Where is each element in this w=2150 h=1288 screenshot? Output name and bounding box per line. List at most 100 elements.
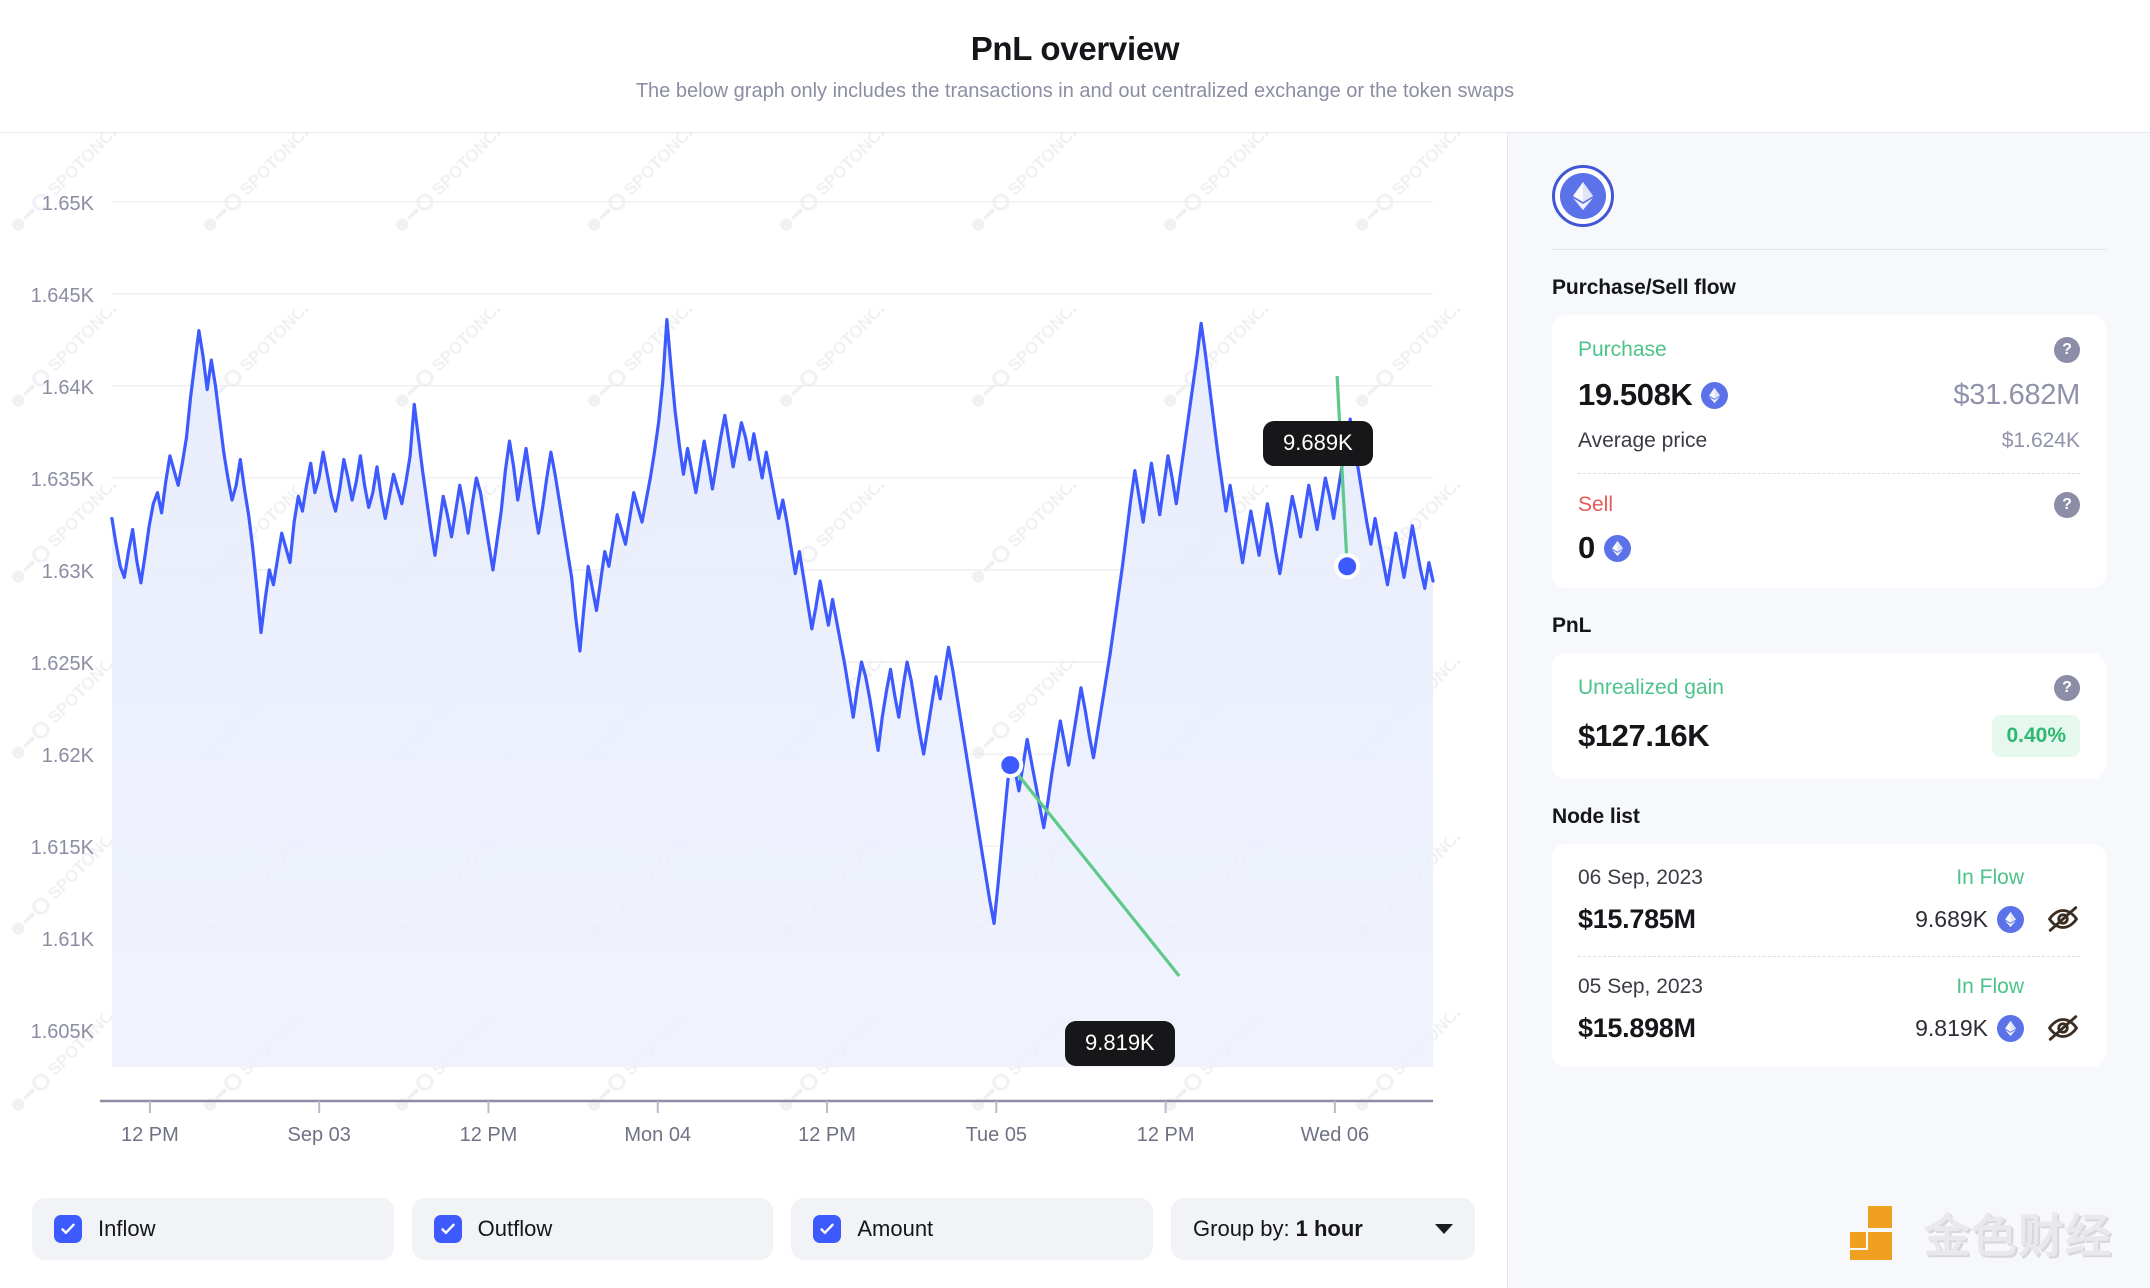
node-date: 06 Sep, 2023 — [1578, 866, 1703, 889]
page-title: PnL overview — [970, 29, 1180, 67]
jinse-logo-icon — [1846, 1202, 1908, 1264]
node-top-row: 06 Sep, 2023 In Flow — [1578, 866, 2080, 890]
svg-text:12 PM: 12 PM — [121, 1124, 179, 1146]
node-divider — [1578, 956, 2080, 957]
gain-percent-badge: 0.40% — [1992, 715, 2080, 757]
svg-text:Tue 05: Tue 05 — [966, 1124, 1027, 1146]
ethereum-glyph — [1560, 173, 1606, 219]
eye-off-icon[interactable] — [2046, 902, 2080, 936]
group-by-prefix: Group by: — [1193, 1216, 1290, 1241]
average-price-value: $1.624K — [2001, 429, 2080, 452]
average-price-row: Average price $1.624K — [1578, 429, 2080, 453]
ethereum-icon — [1701, 381, 1729, 409]
ethereum-icon — [1603, 534, 1631, 562]
chart-x-axis-labels: 12 PM Sep 03 12 PM Mon 04 12 PM Tue 05 12 PM We… — [121, 1101, 1369, 1146]
svg-text:Wed 06: Wed 06 — [1301, 1124, 1369, 1146]
sidebar-divider — [1552, 249, 2106, 250]
svg-text:1.62K: 1.62K — [42, 745, 95, 767]
gain-header-row: Unrealized gain ? — [1578, 675, 2080, 701]
svg-text:Mon 04: Mon 04 — [624, 1124, 691, 1146]
chart-plot[interactable]: 1.605K 1.61K 1.615K 1.62K 1.625K 1.63K 1.635K 1… — [0, 133, 1507, 1170]
sell-quantity: 0 — [1578, 530, 1595, 565]
amount-checkbox-chip[interactable]: Amount — [791, 1198, 1154, 1260]
annotation-tooltip-1[interactable]: 9.689K — [1263, 421, 1373, 466]
node-list-item[interactable]: 05 Sep, 2023 In Flow $15.898M 9.819K — [1578, 975, 2080, 1045]
chevron-down-icon — [1435, 1224, 1454, 1234]
svg-text:1.625K: 1.625K — [31, 653, 95, 675]
pnl-card: Unrealized gain ? $127.16K 0.40% — [1552, 653, 2106, 779]
page-body: SPOTONCHAIN 1.605K — [0, 133, 2150, 1288]
node-bottom-row: $15.898M 9.819K — [1578, 1011, 2080, 1045]
svg-text:1.635K: 1.635K — [31, 469, 95, 491]
inflow-label: Inflow — [98, 1216, 156, 1241]
page-subtitle: The below graph only includes the transa… — [635, 80, 1515, 103]
chart-area-fill — [111, 319, 1434, 1067]
outflow-label: Outflow — [477, 1216, 553, 1241]
unrealized-gain-value: $127.16K — [1578, 718, 1710, 753]
brand-name: 金色财经 — [1924, 1210, 2112, 1262]
node-usd-value: $15.898M — [1578, 1012, 1696, 1043]
outflow-checkbox-chip[interactable]: Outflow — [411, 1198, 774, 1260]
help-icon[interactable]: ? — [2054, 492, 2080, 518]
node-list-section-title: Node list — [1552, 805, 1640, 828]
inflow-checkbox-chip[interactable]: Inflow — [32, 1198, 394, 1260]
group-by-value: 1 hour — [1295, 1216, 1363, 1241]
check-icon — [433, 1215, 462, 1243]
gain-value-row: $127.16K 0.40% — [1578, 715, 2080, 757]
node-top-row: 05 Sep, 2023 In Flow — [1578, 975, 2080, 999]
node-list-card: 06 Sep, 2023 In Flow $15.785M 9.689K 05 … — [1552, 844, 2106, 1067]
svg-text:1.645K: 1.645K — [31, 285, 95, 307]
purchase-header-row: Purchase ? — [1578, 337, 2080, 363]
svg-text:1.605K: 1.605K — [31, 1021, 95, 1043]
ethereum-icon — [1552, 165, 1614, 227]
unrealized-gain-label: Unrealized gain — [1578, 676, 1724, 699]
purchase-label: Purchase — [1578, 338, 1667, 361]
ethereum-icon — [1997, 905, 2024, 933]
svg-text:1.615K: 1.615K — [31, 837, 95, 859]
node-bottom-row: $15.785M 9.689K — [1578, 902, 2080, 936]
chart-controls: Inflow Outflow Amount Group by: 1 hour — [0, 1170, 1507, 1288]
sell-label: Sell — [1578, 493, 1614, 516]
node-usd-value: $15.785M — [1578, 903, 1696, 934]
node-token-quantity: 9.689K — [1915, 905, 1988, 932]
svg-text:1.61K: 1.61K — [42, 929, 95, 951]
annotation-tooltip-2[interactable]: 9.819K — [1065, 1021, 1175, 1066]
page-header: PnL overview The below graph only includ… — [0, 0, 2150, 133]
purchase-value-row: 19.508K $31.682M — [1578, 377, 2080, 413]
details-sidebar: Purchase/Sell flow Purchase ? 19.508K $3… — [1508, 133, 2150, 1288]
pnl-section-title: PnL — [1552, 614, 1592, 637]
help-icon[interactable]: ? — [2054, 675, 2080, 701]
chart-panel: SPOTONCHAIN 1.605K — [0, 133, 1508, 1288]
svg-text:12 PM: 12 PM — [798, 1124, 856, 1146]
group-by-dropdown[interactable]: Group by: 1 hour — [1171, 1198, 1476, 1260]
average-price-label: Average price — [1578, 429, 1708, 452]
node-token-quantity: 9.819K — [1915, 1014, 1988, 1041]
purchase-usd-value: $31.682M — [1953, 378, 2080, 411]
eye-off-icon[interactable] — [2046, 1011, 2080, 1045]
svg-text:1.63K: 1.63K — [42, 561, 95, 583]
check-icon — [54, 1215, 82, 1243]
pnl-overview-page: PnL overview The below graph only includ… — [0, 0, 2150, 1288]
purchase-sell-section-title: Purchase/Sell flow — [1552, 276, 1736, 299]
check-icon — [813, 1215, 842, 1243]
purchase-quantity: 19.508K — [1578, 377, 1693, 412]
node-flow-type: In Flow — [1956, 866, 2024, 889]
ethereum-icon — [1997, 1014, 2024, 1042]
svg-text:1.65K: 1.65K — [42, 193, 95, 215]
svg-text:Sep 03: Sep 03 — [288, 1124, 351, 1146]
node-flow-type: In Flow — [1956, 975, 2024, 998]
node-date: 05 Sep, 2023 — [1578, 975, 1703, 998]
svg-text:12 PM: 12 PM — [460, 1124, 518, 1146]
chart-y-axis-labels: 1.605K 1.61K 1.615K 1.62K 1.625K 1.63K 1.635K 1… — [31, 193, 95, 1043]
price-line-chart[interactable]: 1.605K 1.61K 1.615K 1.62K 1.625K 1.63K 1.635K 1… — [0, 133, 1507, 1170]
sell-value-row: 0 — [1578, 530, 2080, 566]
node-list-item[interactable]: 06 Sep, 2023 In Flow $15.785M 9.689K — [1578, 866, 2080, 936]
amount-label: Amount — [857, 1216, 934, 1241]
card-divider — [1578, 473, 2080, 474]
svg-text:1.64K: 1.64K — [42, 377, 95, 399]
svg-text:12 PM: 12 PM — [1137, 1124, 1195, 1146]
help-icon[interactable]: ? — [2054, 337, 2080, 363]
purchase-sell-card: Purchase ? 19.508K $31.682M Average pric… — [1552, 315, 2106, 588]
sell-header-row: Sell ? — [1578, 492, 2080, 518]
jinse-brand-watermark: 金色财经 — [1846, 1200, 2112, 1266]
